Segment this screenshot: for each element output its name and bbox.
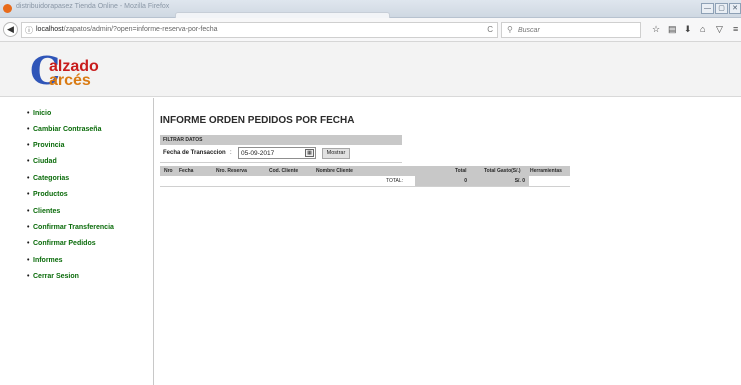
sidebar-item-label: Productos xyxy=(33,191,68,198)
sidebar-item-inicio[interactable]: • Inicio xyxy=(27,110,52,117)
col-cod-cliente: Cod. Cliente xyxy=(269,168,299,174)
search-icon: ⚲ xyxy=(507,25,513,34)
col-fecha: Fecha xyxy=(179,168,194,174)
search-input[interactable] xyxy=(518,25,636,35)
sidebar-item-productos[interactable]: • Productos xyxy=(27,191,68,198)
address-url: localhost/zapatos/admin/?open=informe-re… xyxy=(36,26,218,33)
browser-titlebar: distribuidorapasez Tienda Online - Mozil… xyxy=(0,0,741,18)
firefox-icon xyxy=(3,4,12,13)
reload-icon[interactable]: C xyxy=(487,25,493,34)
url-path: /zapatos/admin/?open=informe-reserva-por… xyxy=(63,26,218,33)
sidebar-item-label: Cambiar Contraseña xyxy=(33,126,102,133)
sidebar-item-confirmar-transferencia[interactable]: • Confirmar Transferencia xyxy=(27,224,114,231)
date-field[interactable]: 05-09-2017 ▦ xyxy=(238,147,316,159)
col-nombre-cliente: Nombre Cliente xyxy=(316,168,353,174)
home-icon[interactable]: ⌂ xyxy=(700,24,705,34)
date-label: Fecha de Transaccion xyxy=(163,150,226,156)
sidebar-item-clientes[interactable]: • Clientes xyxy=(27,208,61,215)
sidebar-item-label: Ciudad xyxy=(33,158,57,165)
col-herramientas: Herramientas xyxy=(530,168,562,174)
calendar-icon[interactable]: ▦ xyxy=(305,149,314,157)
pocket-icon[interactable]: ▽ xyxy=(716,24,723,34)
col-nro: Nro xyxy=(164,168,173,174)
browser-navbar: ◀ ⓘ localhost/zapatos/admin/?open=inform… xyxy=(0,18,741,42)
sidebar-item-label: Informes xyxy=(33,257,63,264)
bullet-icon: • xyxy=(27,175,30,182)
bullet-icon: • xyxy=(27,110,30,117)
filter-header: FILTRAR DATOS xyxy=(160,135,402,145)
close-icon[interactable]: ✕ xyxy=(729,3,741,14)
clipboard-icon[interactable]: ▤ xyxy=(668,24,677,34)
sidebar-item-categorias[interactable]: • Categorias xyxy=(27,175,70,182)
table-header: Nro Fecha Nro. Reserva Cod. Cliente Nomb… xyxy=(160,166,570,176)
sidebar-item-label: Confirmar Transferencia xyxy=(33,224,114,231)
bullet-icon: • xyxy=(27,158,30,165)
sidebar-item-label: Clientes xyxy=(33,208,61,215)
bullet-icon: • xyxy=(27,224,30,231)
total-value: 0 xyxy=(415,176,472,186)
date-colon: : xyxy=(230,150,232,156)
site-logo[interactable]: C alzado arcés xyxy=(30,52,110,92)
sidebar-item-provincia[interactable]: • Provincia xyxy=(27,142,65,149)
page-title: INFORME ORDEN PEDIDOS POR FECHA xyxy=(160,115,355,126)
bullet-icon: • xyxy=(27,273,30,280)
admin-sidebar: • Inicio • Cambiar Contraseña • Provincia •… xyxy=(0,98,154,385)
date-value: 05-09-2017 xyxy=(241,150,275,157)
bullet-icon: • xyxy=(27,126,30,133)
bullet-icon: • xyxy=(27,208,30,215)
col-total: Total xyxy=(455,168,467,174)
sidebar-item-label: Cerrar Sesion xyxy=(33,273,79,280)
sidebar-item-label: Provincia xyxy=(33,142,65,149)
sidebar-item-label: Inicio xyxy=(33,110,52,117)
bullet-icon: • xyxy=(27,257,30,264)
sidebar-item-label: Categorias xyxy=(33,175,70,182)
menu-icon[interactable]: ≡ xyxy=(733,24,738,34)
show-button[interactable]: Mostrar xyxy=(322,148,350,159)
url-host: localhost xyxy=(36,26,64,33)
back-arrow-icon[interactable]: ◀ xyxy=(3,22,18,37)
col-nro-reserva: Nro. Reserva xyxy=(216,168,247,174)
sidebar-item-informes[interactable]: • Informes xyxy=(27,257,63,264)
bullet-icon: • xyxy=(27,142,30,149)
filter-divider xyxy=(160,162,402,163)
bullet-icon: • xyxy=(27,240,30,247)
maximize-icon[interactable]: ▢ xyxy=(715,3,728,14)
star-bookmark-icon[interactable]: ☆ xyxy=(652,24,660,34)
site-header: C alzado arcés xyxy=(0,42,741,97)
logo-line-2: arcés xyxy=(49,72,91,89)
table-total-row: TOTAL: 0 S/. 0 xyxy=(160,176,570,186)
sidebar-item-confirmar-pedidos[interactable]: • Confirmar Pedidos xyxy=(27,240,96,247)
sidebar-item-label: Confirmar Pedidos xyxy=(33,240,96,247)
sidebar-item-ciudad[interactable]: • Ciudad xyxy=(27,158,57,165)
window-title: distribuidorapasez Tienda Online - Mozil… xyxy=(16,3,170,10)
browser-search-box[interactable]: ⚲ xyxy=(501,22,641,38)
download-icon[interactable]: ⬇ xyxy=(684,24,692,34)
total-label: TOTAL: xyxy=(386,178,404,184)
minimize-icon[interactable]: — xyxy=(701,3,714,14)
col-total-gasto: Total Gasto(S/.) xyxy=(484,168,521,174)
bullet-icon: • xyxy=(27,191,30,198)
sidebar-item-cerrar-sesion[interactable]: • Cerrar Sesion xyxy=(27,273,79,280)
sidebar-item-cambiar-contrasena[interactable]: • Cambiar Contraseña xyxy=(27,126,102,133)
total-spent-value: S/. 0 xyxy=(472,176,529,186)
address-bar[interactable]: ⓘ localhost/zapatos/admin/?open=informe-… xyxy=(21,22,498,38)
table-bottom-border xyxy=(160,186,570,187)
info-icon[interactable]: ⓘ xyxy=(25,25,33,36)
